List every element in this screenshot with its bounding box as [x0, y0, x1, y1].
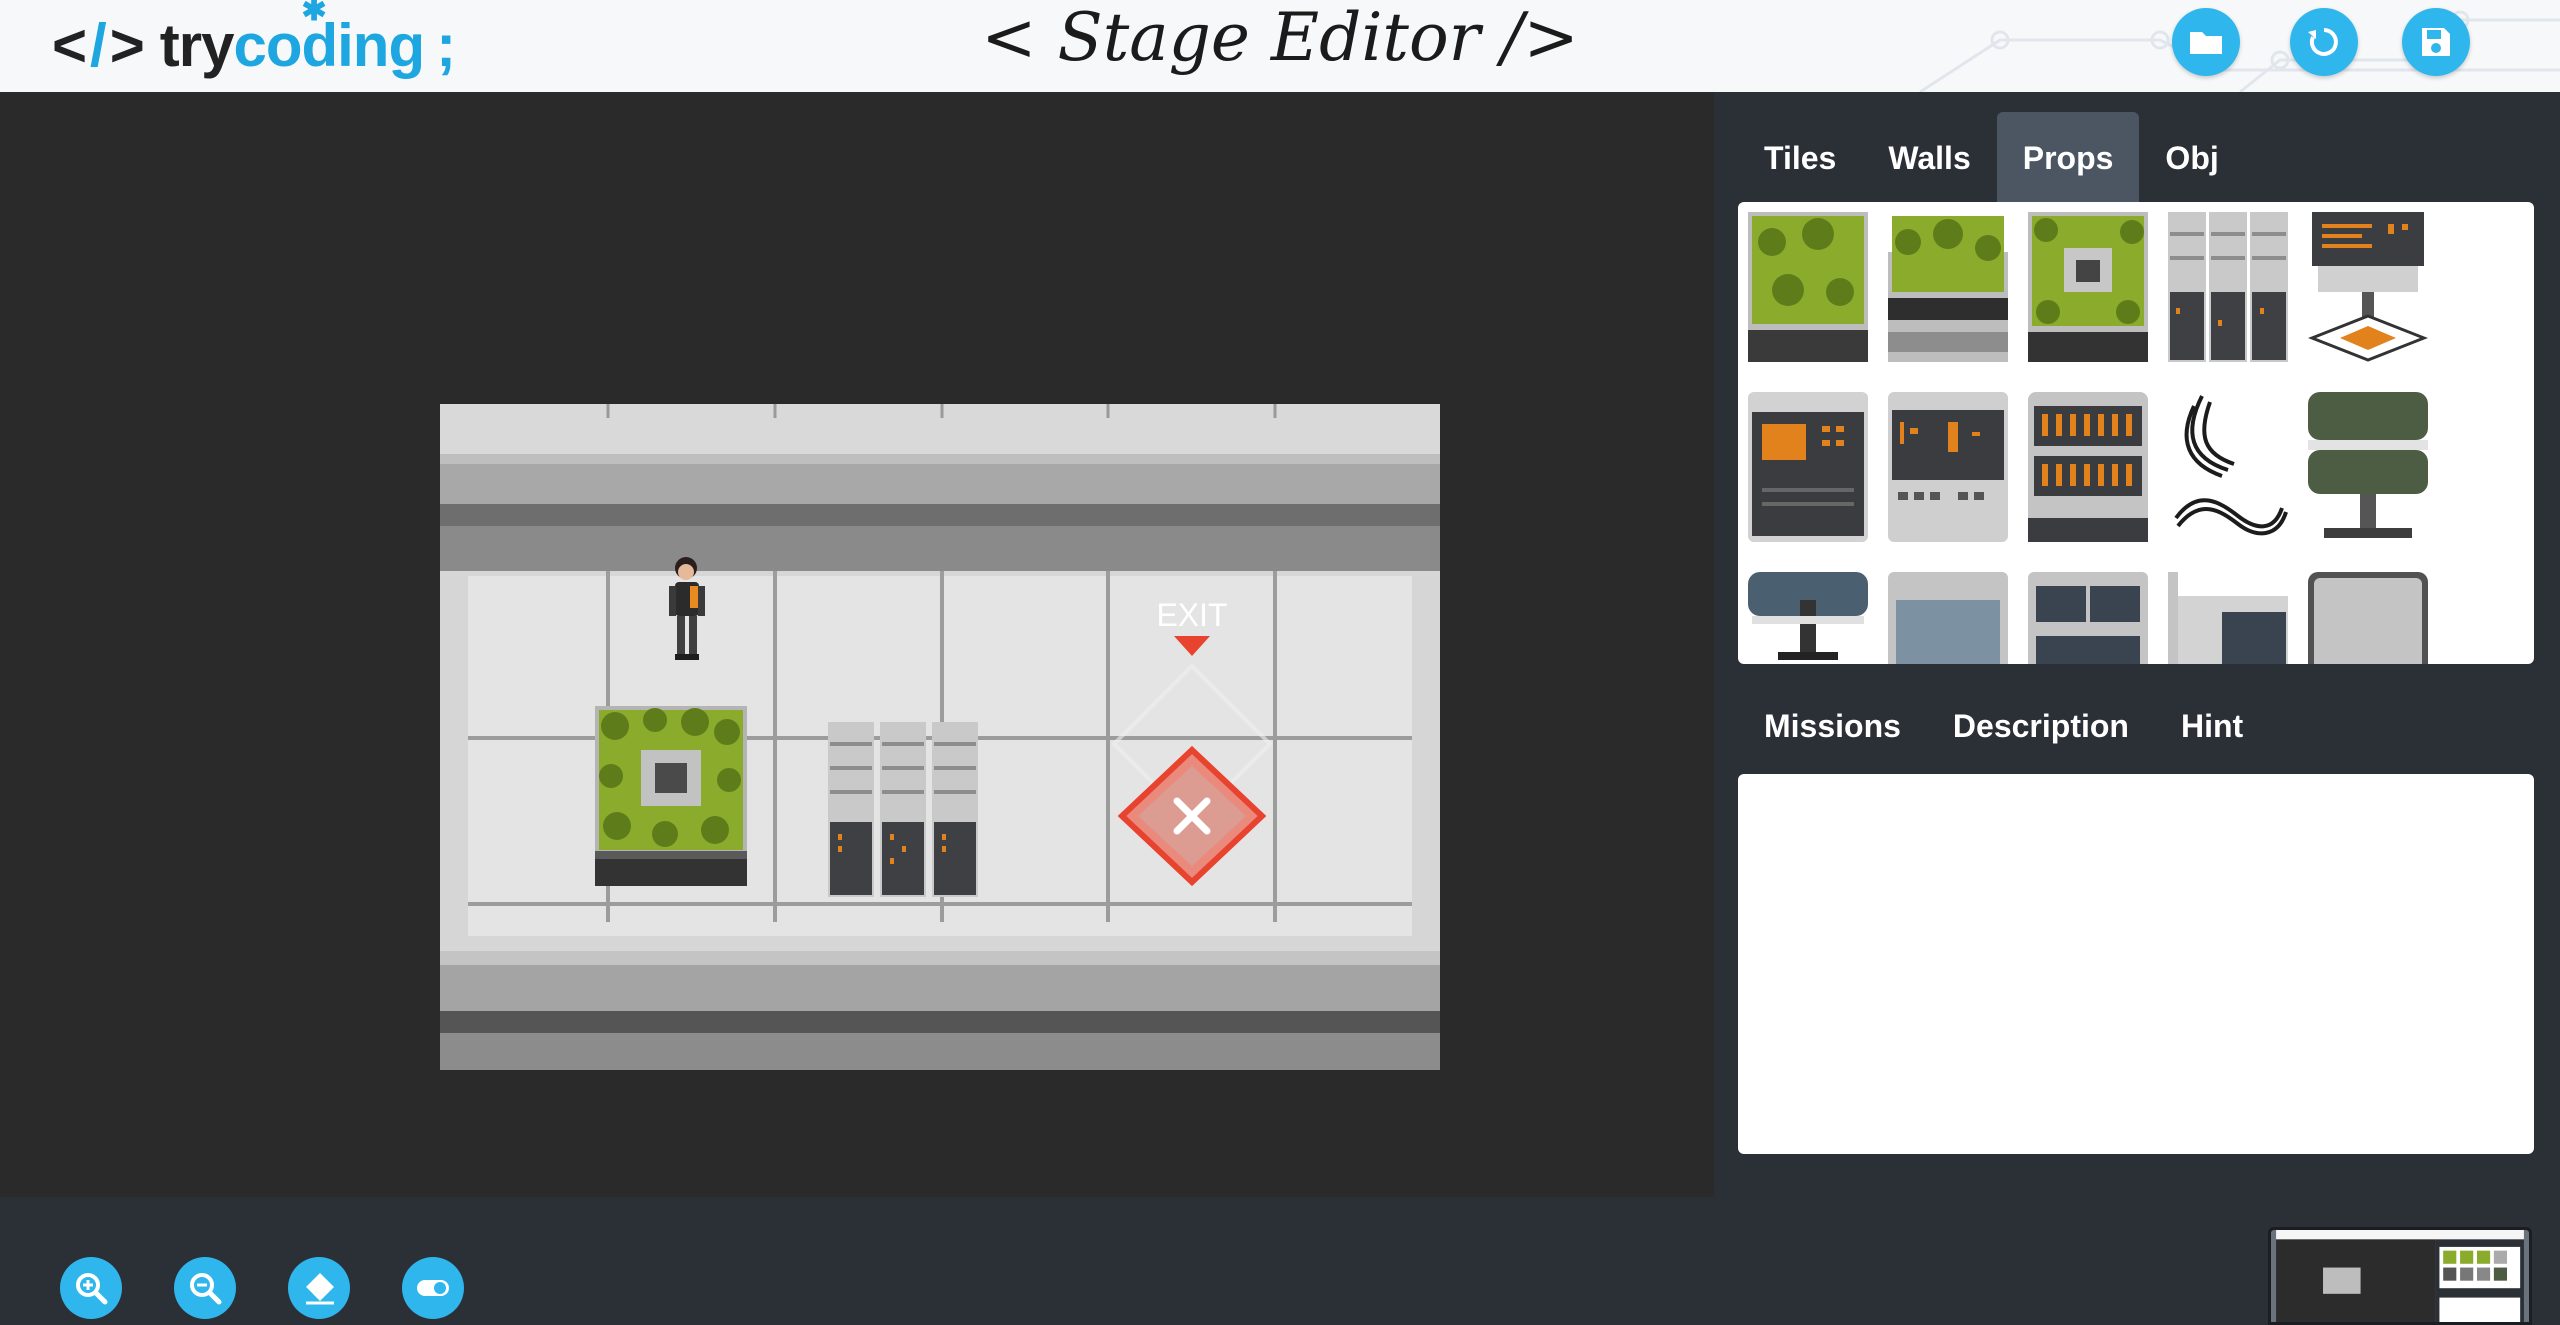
console-prop[interactable]	[1748, 392, 1868, 542]
doorway-prop[interactable]	[2168, 572, 2288, 664]
logo-text-coding-wrap: coding ✱	[233, 0, 425, 80]
logo-slash: /	[90, 11, 107, 79]
control-panel-prop[interactable]	[1888, 392, 2008, 542]
header: < / > try coding ✱ ; < Stage Editor />	[0, 0, 2560, 92]
zoom-out-button[interactable]	[174, 1257, 236, 1319]
tab-missions[interactable]: Missions	[1738, 688, 1927, 764]
double-screen-prop[interactable]	[2028, 572, 2148, 664]
logo-semicolon: ;	[436, 11, 456, 79]
top-wall-cap	[440, 404, 1440, 454]
toggle-icon	[417, 1280, 449, 1296]
tab-tiles[interactable]: Tiles	[1738, 112, 1862, 204]
minimap-thumbnail[interactable]	[2268, 1227, 2532, 1325]
top-wall-shadow	[440, 504, 1440, 526]
eraser-button[interactable]	[288, 1257, 350, 1319]
floppy-disk-icon	[2422, 28, 2450, 56]
screen-panel-prop[interactable]	[1888, 572, 2008, 664]
logo-text-coding: coding	[233, 11, 425, 79]
toggle-button[interactable]	[402, 1257, 464, 1319]
bottom-wall-face	[440, 965, 1440, 1011]
reset-button[interactable]	[2290, 8, 2358, 76]
eraser-icon	[300, 1273, 334, 1305]
stage-canvas[interactable]: EXIT	[0, 92, 1714, 1197]
props-palette[interactable]	[1738, 202, 2534, 664]
page-title: < Stage Editor />	[981, 0, 1579, 76]
tab-description[interactable]: Description	[1927, 688, 2155, 764]
folder-icon	[2190, 32, 2222, 54]
top-wall-face	[440, 464, 1440, 504]
tab-hint[interactable]: Hint	[2155, 688, 2269, 764]
top-wall-ledge	[440, 454, 1440, 464]
editor-panel: Tiles Walls Props Obj Missions Descripti…	[1714, 92, 2560, 1197]
top-wall-base	[440, 526, 1440, 571]
logo-bracket-right: >	[109, 11, 145, 79]
tab-walls[interactable]: Walls	[1862, 112, 1996, 204]
trycoding-logo[interactable]: < / > try coding ✱ ;	[52, 0, 456, 80]
cables-prop[interactable]	[2168, 392, 2288, 542]
stage-map[interactable]: EXIT	[440, 404, 1440, 1070]
server-rack-prop[interactable]	[2168, 212, 2288, 362]
logo-bracket-left: <	[52, 11, 87, 79]
tab-obj[interactable]: Obj	[2139, 112, 2244, 204]
logo-star-icon: ✱	[301, 0, 326, 27]
bottom-wall-ledge	[440, 951, 1440, 965]
tab-props[interactable]: Props	[1996, 112, 2140, 204]
exit-label: EXIT	[1156, 597, 1227, 633]
save-button[interactable]	[2402, 8, 2470, 76]
plant-ring-placed[interactable]	[595, 706, 747, 886]
bottom-wall-base	[440, 1033, 1440, 1070]
plant-box-prop[interactable]	[1748, 212, 1868, 362]
info-tabs: Missions Description Hint	[1738, 688, 2269, 764]
logo-text-try: try	[159, 11, 235, 79]
info-content-box[interactable]	[1738, 774, 2534, 1154]
zoom-out-icon	[190, 1273, 222, 1305]
plant-ring-prop[interactable]	[2028, 212, 2148, 362]
bottom-wall-shadow	[440, 1011, 1440, 1033]
plant-box-short-prop[interactable]	[1888, 212, 2008, 362]
green-stool-prop[interactable]	[2308, 392, 2428, 542]
refresh-icon	[2308, 28, 2338, 56]
asset-tabs: Tiles Walls Props Obj	[1738, 112, 2245, 204]
zoom-in-button[interactable]	[60, 1257, 122, 1319]
terminal-pad-prop[interactable]	[2308, 212, 2428, 362]
blue-stool-prop[interactable]	[1748, 572, 1868, 664]
monitor-prop[interactable]	[2308, 572, 2428, 664]
bottom-toolbar	[0, 1197, 2560, 1325]
server-rack-placed[interactable]	[828, 722, 978, 897]
zoom-in-icon	[76, 1273, 108, 1305]
minimap-preview	[2276, 1230, 2524, 1322]
open-folder-button[interactable]	[2172, 8, 2240, 76]
cabinet-prop[interactable]	[2028, 392, 2148, 542]
